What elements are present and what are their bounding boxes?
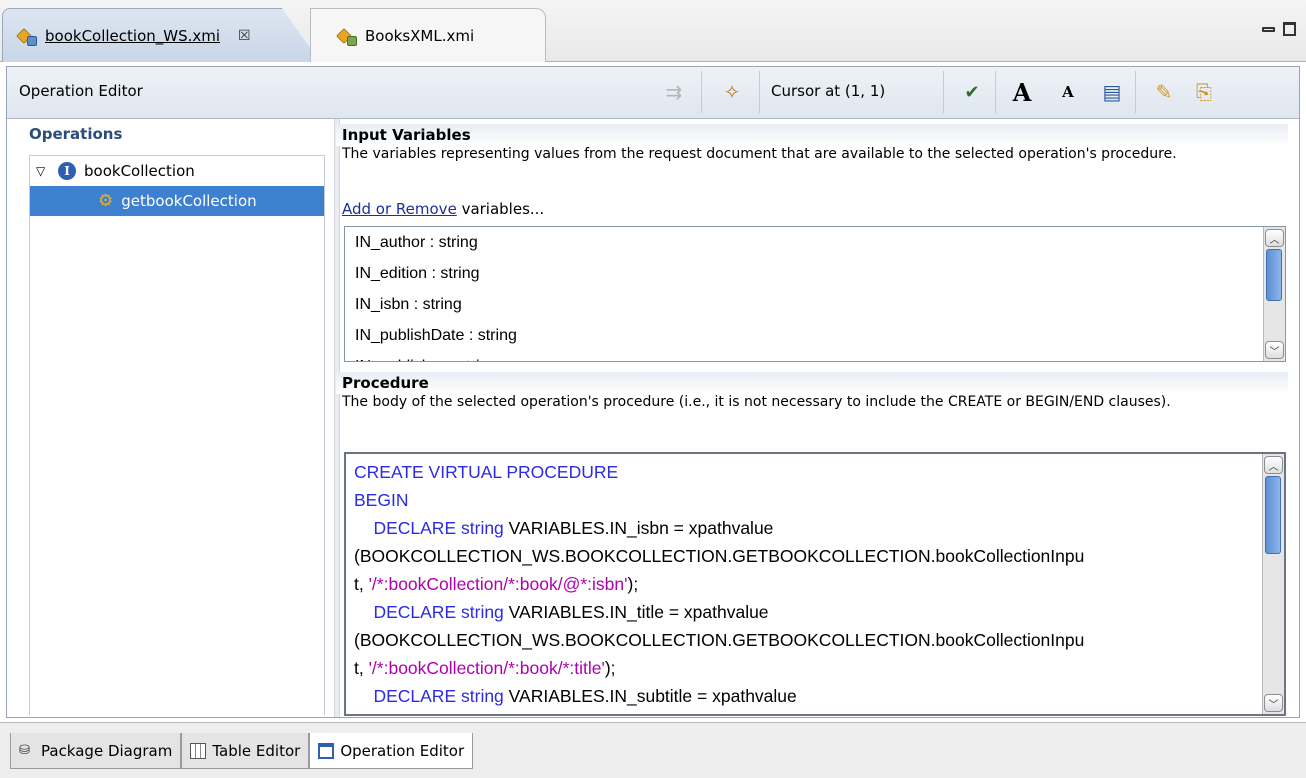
xmi-model-icon <box>16 26 37 46</box>
tab-label: Table Editor <box>212 741 301 760</box>
tab-operation-editor[interactable]: Operation Editor <box>309 733 474 769</box>
operation-editor-icon <box>318 742 335 759</box>
operations-tree: ▽ I bookCollection ⚙ getbookCollection <box>29 155 325 715</box>
minimize-icon[interactable] <box>1262 26 1275 32</box>
code-line: (BOOKCOLLECTION_WS.BOOKCOLLECTION.GETBOO… <box>354 630 1085 650</box>
code-line: t, '/*:bookCollection/*:book/@*:isbn'); <box>354 574 639 594</box>
validate-icon[interactable]: ✔ <box>951 71 993 113</box>
scroll-up-icon[interactable]: ︿ <box>1265 229 1284 247</box>
editor-page-tabs: ⛁ Package Diagram Table Editor Operation… <box>0 722 1306 778</box>
import-icon[interactable]: ✎ <box>1143 71 1185 113</box>
list-item[interactable]: IN_author : string <box>345 227 1285 258</box>
table-icon <box>190 742 207 759</box>
tab-booksxml[interactable]: BooksXML.xmi <box>310 8 546 62</box>
input-variables-list[interactable]: IN_author : string IN_edition : string I… <box>344 226 1286 362</box>
link-suffix: variables... <box>456 200 545 218</box>
tab-label: Operation Editor <box>340 741 465 760</box>
tab-package-diagram[interactable]: ⛁ Package Diagram <box>10 733 182 769</box>
code-line: t, '/*:bookCollection/*:book/*:title'); <box>354 658 616 678</box>
input-variables-title: Input Variables <box>336 124 1288 146</box>
code-line: DECLARE string VARIABLES.IN_title = xpat… <box>373 602 769 622</box>
list-item[interactable]: IN_publisher : string <box>345 351 1285 361</box>
code-line: DECLARE string VARIABLES.IN_isbn = xpath… <box>373 518 774 538</box>
expand-arrow-icon[interactable]: ▽ <box>36 164 50 178</box>
scroll-thumb[interactable] <box>1265 476 1281 554</box>
tab-table-editor[interactable]: Table Editor <box>181 733 310 769</box>
package-diagram-icon: ⛁ <box>19 742 30 758</box>
tree-item-label: getbookCollection <box>121 192 257 210</box>
input-variables-section: Input Variables The variables representi… <box>336 124 1288 163</box>
procedure-description: The body of the selected operation's pro… <box>342 394 1171 410</box>
input-variables-description: The variables representing values from t… <box>342 146 1177 162</box>
tab-bookcollection-ws[interactable]: bookCollection_WS.xmi ☒ <box>2 8 320 62</box>
procedure-scrollbar[interactable]: ︿ ﹀ <box>1262 454 1284 714</box>
close-tab-icon[interactable]: ☒ <box>238 28 251 44</box>
decrease-font-icon[interactable]: A <box>1047 71 1089 113</box>
tree-item-getbookcollection[interactable]: ⚙ getbookCollection <box>30 186 324 216</box>
tree-item-bookcollection[interactable]: ▽ I bookCollection <box>30 156 324 186</box>
scroll-down-icon[interactable]: ﹀ <box>1264 694 1283 712</box>
list-item[interactable]: IN_publishDate : string <box>345 320 1285 351</box>
validate-disabled-icon: ⇉ <box>665 80 683 104</box>
scroll-up-icon[interactable]: ︿ <box>1264 456 1283 474</box>
code-line: BEGIN <box>354 490 409 510</box>
list-item[interactable]: IN_edition : string <box>345 258 1285 289</box>
operations-panel: Operations ▽ I bookCollection ⚙ getbookC… <box>19 125 331 715</box>
maximize-icon[interactable] <box>1283 22 1296 36</box>
procedure-editor[interactable]: CREATE VIRTUAL PROCEDURE BEGIN DECLARE st… <box>344 452 1286 716</box>
export-icon[interactable]: ⎘ <box>1183 71 1225 113</box>
procedure-code[interactable]: CREATE VIRTUAL PROCEDURE BEGIN DECLARE st… <box>354 458 1254 714</box>
procedure-section: Procedure The body of the selected opera… <box>336 372 1288 411</box>
wizard-icon[interactable]: ✧ <box>711 71 753 113</box>
scroll-thumb[interactable] <box>1266 249 1282 301</box>
operations-title: Operations <box>29 125 123 143</box>
tree-item-label: bookCollection <box>84 162 195 180</box>
code-line: CREATE VIRTUAL PROCEDURE <box>354 462 619 482</box>
procedure-title: Procedure <box>336 372 1288 394</box>
xmi-model-icon <box>336 26 357 46</box>
code-line: (BOOKCOLLECTION_WS.BOOKCOLLECTION.GETBOO… <box>354 546 1085 566</box>
editor-toolbar: Operation Editor ⇉ ✧ Cursor at (1, 1) ✔ … <box>7 67 1299 119</box>
options-icon[interactable]: ▤ <box>1091 71 1133 113</box>
list-item[interactable]: IN_isbn : string <box>345 289 1285 320</box>
operation-gear-icon: ⚙ <box>98 191 114 211</box>
tab-label: BooksXML.xmi <box>365 26 475 45</box>
add-remove-row: Add or Remove variables... <box>342 200 544 218</box>
variables-scrollbar[interactable]: ︿ ﹀ <box>1263 227 1285 361</box>
tab-label: Package Diagram <box>41 741 173 760</box>
interface-icon: I <box>58 162 76 180</box>
editor-tab-bar: bookCollection_WS.xmi ☒ BooksXML.xmi <box>0 0 1306 62</box>
cursor-position-status: Cursor at (1, 1) <box>771 82 886 100</box>
editor-title: Operation Editor <box>19 82 143 100</box>
tab-label: bookCollection_WS.xmi <box>45 26 221 45</box>
scroll-down-icon[interactable]: ﹀ <box>1265 341 1284 359</box>
code-line: (BOOKCOLLECTION_WS.BOOKCOLLECTION.GETBOO… <box>354 710 1254 714</box>
increase-font-icon[interactable]: A <box>1001 71 1043 113</box>
sash-divider[interactable] <box>334 119 340 717</box>
code-line: DECLARE string VARIABLES.IN_subtitle = x… <box>373 686 797 706</box>
add-remove-link[interactable]: Add or Remove <box>342 200 457 218</box>
